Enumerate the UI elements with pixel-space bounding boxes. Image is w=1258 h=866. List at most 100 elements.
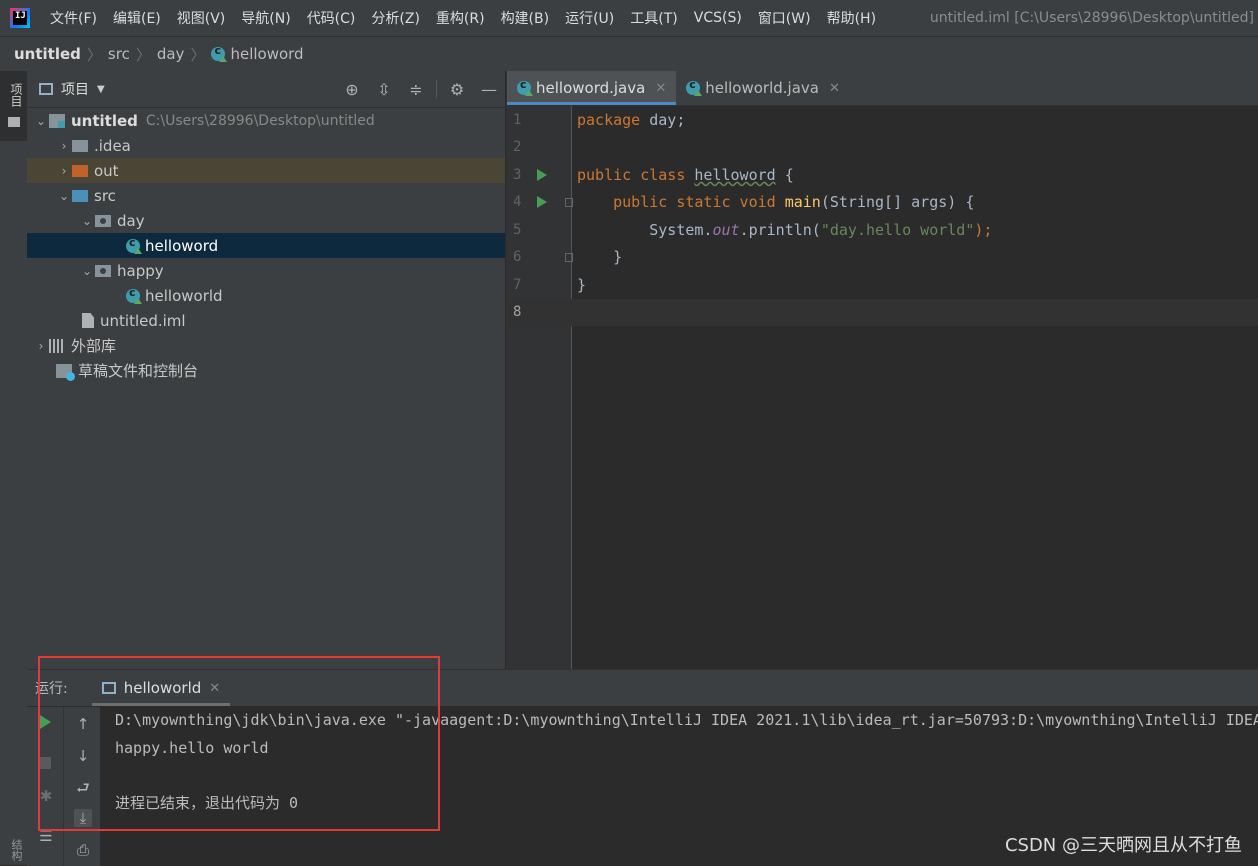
menu-code[interactable]: 代码(C) bbox=[299, 8, 364, 28]
tab-label: helloworld.java bbox=[705, 79, 819, 97]
code-area[interactable]: 1 package day; 2 3 public class hellowor… bbox=[507, 106, 1258, 669]
close-icon[interactable]: ✕ bbox=[829, 81, 840, 96]
menu-refactor[interactable]: 重构(R) bbox=[428, 8, 493, 28]
folder-icon bbox=[72, 139, 88, 152]
arrow-up-icon[interactable]: ↑ bbox=[74, 715, 92, 733]
stop-icon[interactable] bbox=[39, 757, 51, 769]
tree-item-untitled-iml[interactable]: untitled.iml bbox=[27, 308, 505, 333]
tree-item-out[interactable]: › out bbox=[27, 158, 505, 183]
menu-analyze[interactable]: 分析(Z) bbox=[363, 8, 428, 28]
package-icon bbox=[95, 264, 111, 277]
run-tab-helloworld[interactable]: helloworld ✕ bbox=[91, 670, 231, 706]
breadcrumb-src[interactable]: src bbox=[104, 45, 134, 63]
chevron-down-icon[interactable]: ⌄ bbox=[79, 264, 95, 278]
dropdown-caret-icon[interactable]: ▼ bbox=[97, 84, 105, 95]
locate-file-icon[interactable]: ⊕ bbox=[336, 80, 368, 99]
tree-item-label: helloworld bbox=[145, 286, 223, 305]
fold-icon[interactable] bbox=[565, 252, 573, 262]
arrow-down-icon[interactable]: ↓ bbox=[74, 747, 92, 765]
chevron-down-icon[interactable]: ⌄ bbox=[79, 214, 95, 228]
toolbar-divider bbox=[436, 80, 437, 98]
line-number: 2 bbox=[513, 139, 522, 156]
run-toolbar-primary: ✱ ☰ bbox=[27, 707, 63, 866]
java-class-icon bbox=[211, 44, 228, 62]
code-text: System.out.println("day.hello world"); bbox=[649, 220, 993, 239]
menu-window[interactable]: 窗口(W) bbox=[750, 8, 819, 28]
tree-item-external-libraries[interactable]: › 外部库 bbox=[27, 333, 505, 358]
menu-edit[interactable]: 编辑(E) bbox=[105, 8, 169, 28]
tree-item-helloworld[interactable]: helloworld bbox=[27, 283, 505, 308]
rerun-icon[interactable] bbox=[40, 715, 51, 729]
menu-tools[interactable]: 工具(T) bbox=[622, 8, 685, 28]
breadcrumb-day[interactable]: day bbox=[153, 45, 189, 63]
tree-item-scratches[interactable]: 草稿文件和控制台 bbox=[27, 358, 505, 383]
run-panel-header: 运行: helloworld ✕ bbox=[27, 670, 1258, 706]
debug-icon[interactable]: ✱ bbox=[37, 787, 55, 805]
layout-icon[interactable]: ☰ bbox=[37, 827, 55, 845]
project-view-icon bbox=[39, 83, 53, 95]
breadcrumb: untitled 〉 src 〉 day 〉 helloword bbox=[0, 36, 1258, 72]
tree-item-label: out bbox=[94, 161, 119, 180]
tab-helloword-java[interactable]: helloword.java ✕ bbox=[507, 71, 677, 105]
run-tab-label: helloworld bbox=[123, 679, 202, 697]
tree-item-untitled[interactable]: ⌄ untitled C:\Users\28996\Desktop\untitl… bbox=[27, 108, 505, 133]
code-text: public static void main(String[] args) { bbox=[613, 193, 975, 212]
expand-all-icon[interactable]: ⇳ bbox=[368, 80, 400, 99]
close-icon[interactable]: ✕ bbox=[209, 681, 220, 696]
menu-help[interactable]: 帮助(H) bbox=[819, 8, 884, 28]
code-text: } bbox=[577, 275, 587, 294]
chevron-down-icon[interactable]: ⌄ bbox=[33, 114, 49, 128]
breadcrumb-helloword-label: helloword bbox=[230, 45, 304, 63]
code-line-current: 8 bbox=[507, 298, 1258, 326]
run-gutter-icon[interactable] bbox=[537, 196, 547, 209]
tab-helloworld-java[interactable]: helloworld.java ✕ bbox=[676, 71, 850, 105]
menu-vcs[interactable]: VCS(S) bbox=[686, 10, 750, 26]
fold-icon[interactable] bbox=[565, 197, 573, 207]
breadcrumb-project[interactable]: untitled bbox=[10, 45, 85, 63]
soft-wrap-icon[interactable]: ⮐ bbox=[74, 779, 92, 797]
collapse-all-icon[interactable]: ≑ bbox=[400, 80, 432, 99]
structure-tool-button[interactable]: 结构 bbox=[8, 839, 24, 861]
iml-file-icon bbox=[82, 313, 94, 328]
project-panel-title[interactable]: 项目 bbox=[61, 79, 89, 99]
close-icon[interactable]: ✕ bbox=[655, 81, 666, 96]
run-label: 运行: bbox=[35, 681, 68, 697]
java-class-icon bbox=[686, 78, 703, 96]
gear-icon[interactable]: ⚙ bbox=[441, 80, 473, 99]
library-icon bbox=[49, 338, 65, 353]
console-line: D:\myownthing\jdk\bin\java.exe "-javaage… bbox=[115, 711, 1258, 729]
menu-run[interactable]: 运行(U) bbox=[557, 8, 622, 28]
tab-label: helloword.java bbox=[536, 79, 646, 97]
package-icon bbox=[95, 214, 111, 227]
tree-item-day[interactable]: ⌄ day bbox=[27, 208, 505, 233]
menu-bar: IJ 文件(F) 编辑(E) 视图(V) 导航(N) 代码(C) 分析(Z) 重… bbox=[0, 0, 1258, 36]
intellij-logo-icon: IJ bbox=[10, 8, 30, 28]
run-gutter-icon[interactable] bbox=[537, 168, 547, 181]
print-icon[interactable]: ⎙ bbox=[74, 841, 92, 859]
menu-build[interactable]: 构建(B) bbox=[493, 8, 558, 28]
code-line: 6 } bbox=[507, 244, 1258, 272]
menu-file[interactable]: 文件(F) bbox=[42, 8, 105, 28]
menu-navigate[interactable]: 导航(N) bbox=[233, 8, 298, 28]
tree-item-helloword[interactable]: helloword bbox=[27, 233, 505, 258]
minimize-icon[interactable]: — bbox=[473, 80, 505, 99]
menu-view[interactable]: 视图(V) bbox=[169, 8, 234, 28]
tree-item-label: day bbox=[117, 211, 145, 230]
editor-tabs: helloword.java ✕ helloworld.java ✕ bbox=[507, 71, 1258, 106]
chevron-right-icon[interactable]: › bbox=[33, 339, 49, 353]
tree-item-label: untitled.iml bbox=[100, 311, 186, 330]
code-text: package day; bbox=[577, 110, 686, 129]
project-tree: ⌄ untitled C:\Users\28996\Desktop\untitl… bbox=[27, 108, 505, 383]
tree-item-src[interactable]: ⌄ src bbox=[27, 183, 505, 208]
chevron-right-icon[interactable]: › bbox=[56, 139, 72, 153]
project-tool-window-button[interactable]: 项目 bbox=[0, 71, 27, 141]
tree-item-label: src bbox=[94, 186, 116, 205]
chevron-down-icon[interactable]: ⌄ bbox=[56, 189, 72, 203]
breadcrumb-helloword[interactable]: helloword bbox=[207, 44, 307, 63]
code-text: public class helloword { bbox=[577, 165, 794, 184]
tree-item-idea[interactable]: › .idea bbox=[27, 133, 505, 158]
chevron-right-icon[interactable]: › bbox=[56, 164, 72, 178]
tree-item-happy[interactable]: ⌄ happy bbox=[27, 258, 505, 283]
code-editor: helloword.java ✕ helloworld.java ✕ 1 pac… bbox=[506, 71, 1258, 669]
scroll-to-end-icon[interactable]: ⤓ bbox=[74, 809, 92, 827]
